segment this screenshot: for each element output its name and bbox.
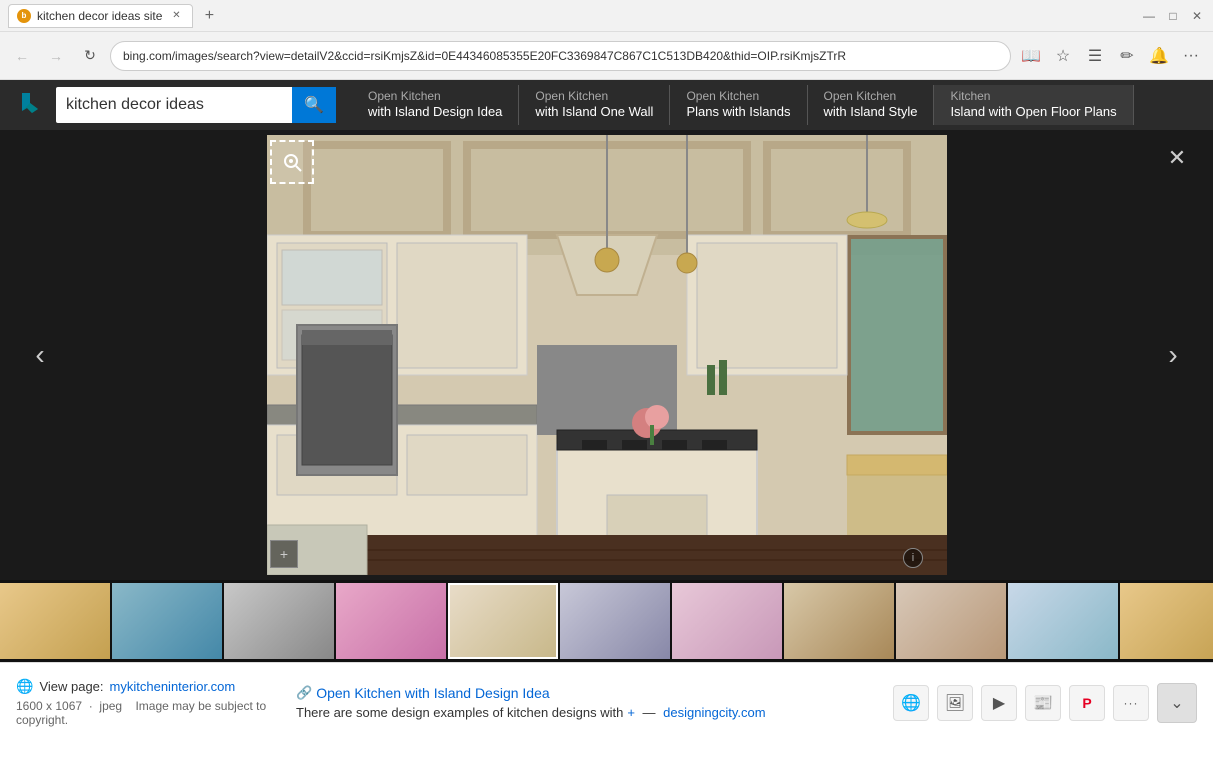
thumbnail-8[interactable] [784, 583, 894, 659]
expand-panel-button[interactable]: ⌄ [1157, 683, 1197, 723]
image-format: jpeg [99, 699, 122, 713]
expand-button[interactable]: + [270, 540, 298, 568]
image-viewer: ‹ [0, 130, 1213, 580]
bottom-bar: 🌐 View page: mykitcheninterior.com 1600 … [0, 662, 1213, 742]
search-input[interactable] [56, 96, 292, 114]
back-button[interactable]: ← [8, 42, 36, 70]
image-source-link[interactable]: designingcity.com [663, 705, 765, 720]
image-desc-text: There are some design examples of kitche… [296, 705, 623, 720]
image-action-button[interactable]: 🖼 [937, 685, 973, 721]
search-suggestions: Open Kitchen with Island Design Idea Ope… [352, 85, 1134, 125]
next-image-button[interactable]: › [1153, 325, 1193, 385]
maximize-button[interactable]: □ [1165, 8, 1181, 24]
thumbnail-7[interactable] [672, 583, 782, 659]
hub-icon[interactable]: ☰ [1081, 42, 1109, 70]
view-page-link[interactable]: mykitcheninterior.com [110, 679, 236, 694]
more-actions-button[interactable]: ··· [1113, 685, 1149, 721]
play-action-button[interactable]: ▶ [981, 685, 1017, 721]
suggestion-2[interactable]: Open Kitchen with Island One Wall [519, 85, 670, 125]
tab-title: kitchen decor ideas site [37, 9, 162, 23]
tab-bar: b kitchen decor ideas site ✕ + [8, 4, 1141, 28]
suggestion-1[interactable]: Open Kitchen with Island Design Idea [352, 85, 519, 125]
bing-header: 🔍 Open Kitchen with Island Design Idea O… [0, 80, 1213, 130]
browser-tab-active[interactable]: b kitchen decor ideas site ✕ [8, 4, 193, 28]
window-close-button[interactable]: ✕ [1189, 8, 1205, 24]
notes-icon[interactable]: ✏ [1113, 42, 1141, 70]
favorites-icon[interactable]: ☆ [1049, 42, 1077, 70]
info-button[interactable]: i [903, 548, 923, 568]
prev-image-button[interactable]: ‹ [20, 325, 60, 385]
minimize-button[interactable]: — [1141, 8, 1157, 24]
thumbnail-10[interactable] [1008, 583, 1118, 659]
url-text: bing.com/images/search?view=detailV2&cci… [123, 49, 846, 63]
thumbnail-4[interactable] [336, 583, 446, 659]
more-button[interactable]: + [627, 705, 635, 720]
image-title-link[interactable]: 🔗 Open Kitchen with Island Design Idea [296, 685, 873, 701]
suggestion-4[interactable]: Open Kitchen with Island Style [808, 85, 935, 125]
notifications-icon[interactable]: 🔔 [1145, 42, 1173, 70]
image-title: Open Kitchen with Island Design Idea [316, 685, 549, 701]
browser-titlebar: b kitchen decor ideas site ✕ + — □ ✕ [0, 0, 1213, 32]
image-details-center: 🔗 Open Kitchen with Island Design Idea T… [296, 685, 873, 720]
close-viewer-button[interactable]: ✕ [1161, 142, 1193, 174]
refresh-button[interactable]: ↻ [76, 42, 104, 70]
image-dimensions: 1600 x 1067 [16, 699, 82, 713]
main-image [267, 135, 947, 575]
visual-search-button[interactable] [270, 140, 314, 184]
globe-icon: 🌐 [16, 678, 33, 695]
dash-separator: — [639, 705, 659, 720]
address-bar[interactable]: bing.com/images/search?view=detailV2&cci… [110, 41, 1011, 71]
view-page-line: 🌐 View page: mykitcheninterior.com [16, 678, 276, 695]
reading-view-icon[interactable]: 📖 [1017, 42, 1045, 70]
search-button[interactable]: 🔍 [292, 87, 336, 123]
thumbnail-1[interactable] [0, 583, 110, 659]
bing-logo [8, 83, 52, 127]
browser-toolbar: ← → ↻ bing.com/images/search?view=detail… [0, 32, 1213, 80]
pinterest-action-button[interactable]: P [1069, 685, 1105, 721]
image-info-text: 1600 x 1067 · jpeg Image may be subject … [16, 699, 276, 727]
image-description-line: There are some design examples of kitche… [296, 705, 873, 720]
tab-favicon: b [17, 9, 31, 23]
thumbnail-5-active[interactable] [448, 583, 558, 659]
suggestion-5[interactable]: Kitchen Island with Open Floor Plans [934, 85, 1133, 125]
settings-icon[interactable]: ··· [1177, 42, 1205, 70]
thumbnail-3[interactable] [224, 583, 334, 659]
globe-action-button[interactable]: 🌐 [893, 685, 929, 721]
thumbnail-11[interactable] [1120, 583, 1213, 659]
search-box[interactable]: 🔍 [56, 87, 336, 123]
view-page-label: View page: [39, 679, 103, 694]
suggestion-3[interactable]: Open Kitchen Plans with Islands [670, 85, 807, 125]
image-meta: 🌐 View page: mykitcheninterior.com 1600 … [16, 678, 276, 727]
thumbnail-9[interactable] [896, 583, 1006, 659]
thumbnail-strip [0, 580, 1213, 662]
new-tab-button[interactable]: + [197, 4, 221, 28]
thumbnail-2[interactable] [112, 583, 222, 659]
image-actions: 🌐 🖼 ▶ 📰 P ··· ⌄ [893, 683, 1197, 723]
toolbar-icons: 📖 ☆ ☰ ✏ 🔔 ··· [1017, 42, 1205, 70]
forward-button[interactable]: → [42, 42, 70, 70]
news-action-button[interactable]: 📰 [1025, 685, 1061, 721]
thumbnail-6[interactable] [560, 583, 670, 659]
window-controls: — □ ✕ [1141, 8, 1205, 24]
tab-close-button[interactable]: ✕ [168, 8, 184, 24]
